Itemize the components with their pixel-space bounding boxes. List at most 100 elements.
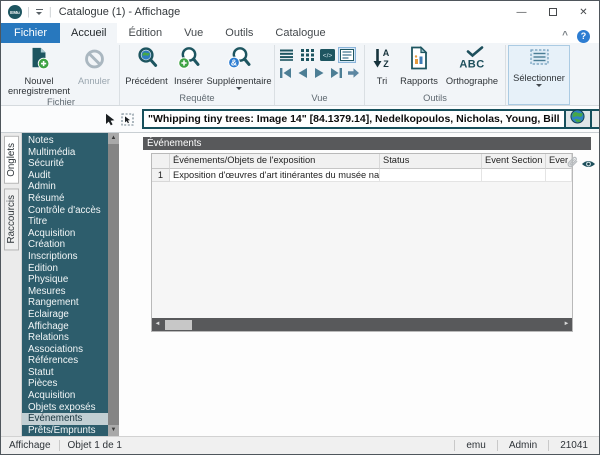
row-number: 1 xyxy=(152,169,170,182)
sidebar-item-resume[interactable]: Résumé xyxy=(22,193,108,205)
sidebar-item-rangement[interactable]: Rangement xyxy=(22,297,108,309)
column-header-event[interactable]: Événements/Objets de l'exposition xyxy=(170,154,380,169)
globe-cell[interactable] xyxy=(564,111,590,127)
sidebar-item-securite[interactable]: Sécurité xyxy=(22,158,108,170)
eye-icon[interactable] xyxy=(581,156,596,174)
sidebar-item-physique[interactable]: Physique xyxy=(22,274,108,286)
scroll-right-icon[interactable]: ► xyxy=(561,318,572,331)
close-button[interactable]: ✕ xyxy=(568,1,599,23)
sidebar-item-associations[interactable]: Associations xyxy=(22,344,108,356)
sidebar-item-multimedia[interactable]: Multimédia xyxy=(22,147,108,159)
tab-vue[interactable]: Vue xyxy=(173,23,214,43)
sidebar-item-eclairage[interactable]: Éclairage xyxy=(22,309,108,321)
column-header-event-section[interactable]: Event Section xyxy=(482,154,546,169)
sidebar-item-audit[interactable]: Audit xyxy=(22,170,108,182)
scroll-down-icon[interactable]: ▼ xyxy=(108,425,119,436)
sidebar-item-mesures[interactable]: Mesures xyxy=(22,286,108,298)
search-previous-label: Précédent xyxy=(125,76,167,86)
spellcheck-button[interactable]: ABC Orthographe xyxy=(442,45,502,86)
cell-status xyxy=(380,169,482,182)
sidebar-item-objets-exposes[interactable]: Objets exposés xyxy=(22,402,108,414)
tab-catalogue[interactable]: Catalogue xyxy=(264,23,336,43)
help-icon[interactable]: ? xyxy=(577,30,590,43)
status-mode: Affichage xyxy=(1,440,59,451)
select-cursor-icon[interactable] xyxy=(121,112,134,126)
search-insert-button[interactable]: Insérer xyxy=(170,45,207,86)
sidebar-item-relations[interactable]: Relations xyxy=(22,332,108,344)
section-header: Événements xyxy=(143,137,591,150)
previous-record-icon[interactable] xyxy=(295,66,310,80)
tab-outils[interactable]: Outils xyxy=(214,23,264,43)
first-record-icon[interactable] xyxy=(278,66,293,80)
spellcheck-icon: ABC xyxy=(455,46,489,75)
cancel-icon xyxy=(83,46,106,75)
select-label: Sélectionner xyxy=(513,73,565,83)
table-horizontal-scrollbar[interactable]: ◄ ► xyxy=(152,318,572,331)
group-label-fichier: Fichier xyxy=(6,96,116,108)
record-summary-widget: "Whipping tiny trees: Image 14" [84.1379… xyxy=(142,109,600,129)
maximize-button[interactable] xyxy=(537,1,568,23)
sidebar-item-edition[interactable]: Édition xyxy=(22,263,108,275)
scroll-up-icon[interactable]: ▲ xyxy=(108,133,119,144)
cell-event: Exposition d'œuvres d'art itinérantes du… xyxy=(170,169,380,182)
scrollbar-thumb[interactable] xyxy=(165,320,192,330)
grid-view-icon[interactable] xyxy=(298,47,316,63)
sidebar-item-creation[interactable]: Création xyxy=(22,239,108,251)
search-previous-button[interactable]: Précédent xyxy=(123,45,170,86)
quick-access-dropdown-icon[interactable] xyxy=(35,8,44,17)
new-record-button[interactable]: Nouvel enregistrement xyxy=(6,45,72,96)
table-row[interactable]: 1 Exposition d'œuvres d'art itinérantes … xyxy=(152,169,572,182)
new-record-label: Nouvel enregistrement xyxy=(6,76,72,96)
attachment-icon[interactable] xyxy=(566,155,579,174)
select-button[interactable]: Sélectionner xyxy=(508,45,570,105)
search-more-button[interactable]: & Supplémentaire xyxy=(207,45,271,90)
globe-icon xyxy=(570,109,585,129)
cancel-button[interactable]: Annuler xyxy=(72,45,116,86)
column-header-rownum[interactable] xyxy=(152,154,170,169)
sidebar-item-acquisition[interactable]: Acquisition xyxy=(22,228,108,240)
side-tab-raccourcis[interactable]: Raccourcis xyxy=(4,188,19,250)
svg-text:ABC: ABC xyxy=(459,59,484,71)
form-view-icon[interactable] xyxy=(338,47,356,63)
sidebar-item-references[interactable]: Références xyxy=(22,355,108,367)
column-header-status[interactable]: Status xyxy=(380,154,482,169)
sidebar-item-affichage[interactable]: Affichage xyxy=(22,321,108,333)
side-tab-onglets[interactable]: Onglets xyxy=(4,136,19,184)
side-tab-strip: Onglets Raccourcis xyxy=(1,133,22,436)
collapse-ribbon-icon[interactable]: ^ xyxy=(562,31,568,41)
list-view-icon[interactable] xyxy=(278,47,296,63)
next-record-icon[interactable] xyxy=(312,66,327,80)
app-logo-icon[interactable]: EMu xyxy=(8,5,22,19)
content-panel: Événements Événements/Objets de l'exposi… xyxy=(119,133,599,436)
sidebar-item-evenements[interactable]: Événements xyxy=(22,413,108,425)
scroll-left-icon[interactable]: ◄ xyxy=(152,318,163,331)
reports-button[interactable]: Rapports xyxy=(396,45,442,86)
maximize-icon xyxy=(549,8,557,16)
sidebar-item-notes[interactable]: Notes xyxy=(22,135,108,147)
ribbon-group-requete: Précédent Insérer & Supplémentaire Requê… xyxy=(120,45,275,105)
cursor-icon[interactable] xyxy=(104,112,116,126)
goto-record-icon[interactable] xyxy=(346,66,361,80)
status-session: 21041 xyxy=(548,440,599,451)
sidebar-item-inscriptions[interactable]: Inscriptions xyxy=(22,251,108,263)
sidebar-item-admin[interactable]: Admin xyxy=(22,181,108,193)
sidebar-item-acquisition2[interactable]: Acquisition xyxy=(22,390,108,402)
tab-fichier[interactable]: Fichier xyxy=(1,23,60,43)
table-side-icons xyxy=(566,155,596,174)
sidebar-scrollbar[interactable]: ▲ ▼ xyxy=(108,133,119,436)
search-more-label: Supplémentaire xyxy=(206,76,271,86)
sidebar-item-titre[interactable]: Titre xyxy=(22,216,108,228)
code-view-icon[interactable]: </> xyxy=(318,47,336,63)
tab-edition[interactable]: Édition xyxy=(117,23,173,43)
window-title: Catalogue (1) - Affichage xyxy=(59,6,180,18)
sidebar-item-controle-acces[interactable]: Contrôle d'accès xyxy=(22,205,108,217)
sidebar-item-prets-emprunts[interactable]: Prêts/Emprunts xyxy=(22,425,108,437)
minimize-button[interactable]: — xyxy=(506,1,537,23)
last-record-icon[interactable] xyxy=(329,66,344,80)
reports-icon xyxy=(408,46,430,75)
sidebar-item-pieces[interactable]: Pièces xyxy=(22,378,108,390)
tab-accueil[interactable]: Accueil xyxy=(60,23,117,43)
search-insert-icon xyxy=(177,46,201,75)
sidebar-item-statut[interactable]: Statut xyxy=(22,367,108,379)
sort-button[interactable]: AZ Tri xyxy=(368,45,396,86)
